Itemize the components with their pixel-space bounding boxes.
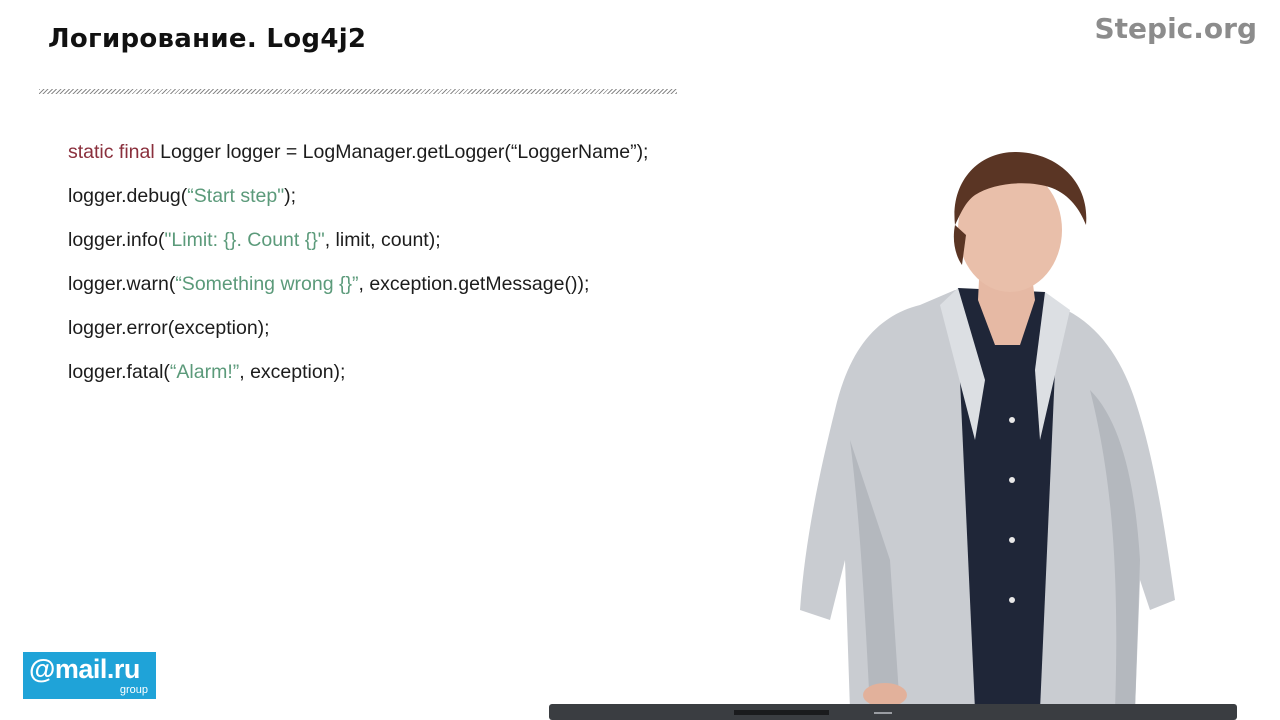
code-text: logger.info( (68, 229, 165, 251)
code-string: “Alarm!” (169, 361, 240, 383)
code-text: logger.warn( (68, 273, 176, 295)
code-keyword: static final (68, 141, 155, 163)
code-text: , exception.getMessage()); (358, 273, 590, 295)
presenter-figure (800, 152, 1175, 710)
laptop-icon (549, 704, 1237, 720)
code-line-3: logger.info("Limit: {}. Count {}", limit… (68, 226, 648, 270)
code-text: logger.debug( (68, 185, 188, 207)
code-line-2: logger.debug(“Start step"); (68, 182, 648, 226)
code-text: Logger logger = LogManager.getLogger(“Lo… (154, 141, 649, 163)
code-line-5: logger.error(exception); (68, 314, 648, 358)
brand-watermark: Stepic.org (1094, 12, 1257, 45)
code-text: ); (284, 185, 297, 207)
code-text: , exception); (239, 361, 346, 383)
code-text: logger.error(exception); (68, 317, 270, 339)
logo-sub-text: group (119, 684, 148, 696)
mailru-group-logo: @mail.ru group (23, 652, 156, 699)
code-string: “Start step" (187, 185, 285, 207)
code-string: “Something wrong {}” (175, 273, 359, 295)
code-line-6: logger.fatal(“Alarm!”, exception); (68, 358, 648, 402)
title-underline (39, 89, 677, 94)
logo-main-text: @mail.ru (29, 654, 140, 684)
code-text: , limit, count); (324, 229, 441, 251)
code-line-1: static final Logger logger = LogManager.… (68, 138, 648, 182)
code-block: static final Logger logger = LogManager.… (68, 138, 648, 402)
code-text: logger.fatal( (68, 361, 170, 383)
code-line-4: logger.warn(“Something wrong {}”, except… (68, 270, 648, 314)
slide-title: Логирование. Log4j2 (48, 24, 367, 54)
code-string: "Limit: {}. Count {}" (164, 229, 325, 251)
